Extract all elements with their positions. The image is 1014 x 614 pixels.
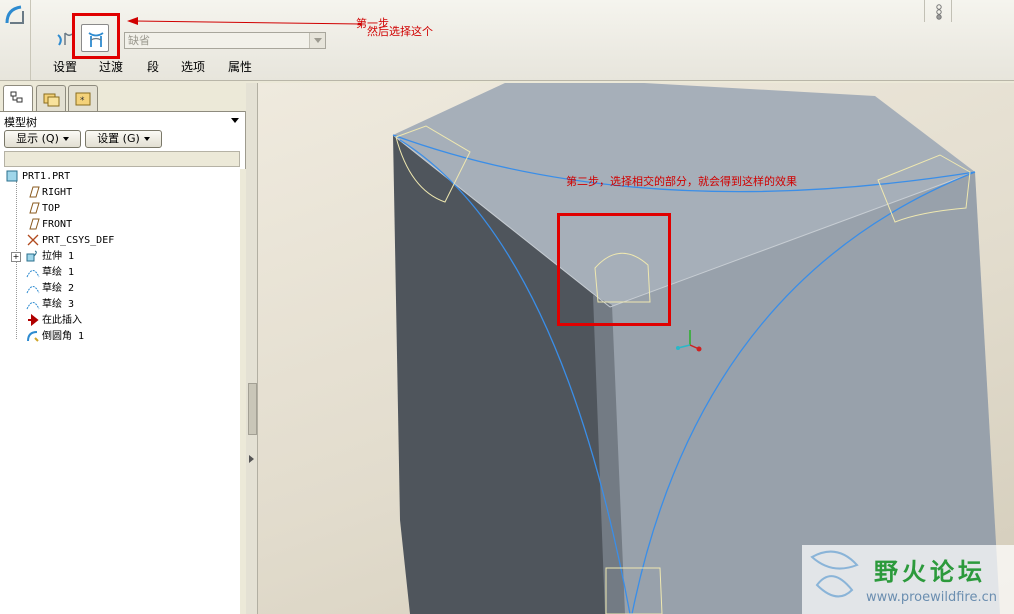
tree-item-label: PRT_CSYS_DEF: [42, 235, 115, 246]
tree-item-label: 在此插入: [42, 315, 82, 326]
tree-item-insert-here[interactable]: 在此插入: [26, 313, 82, 329]
svg-text:*: *: [80, 96, 85, 106]
tree-item-part[interactable]: PRT1.PRT: [6, 169, 70, 185]
show-button-label: 显示 (Q): [16, 132, 59, 145]
round-feature-icon: [5, 5, 24, 24]
tree-item-sketch-1[interactable]: 草绘 1: [26, 265, 74, 281]
show-button[interactable]: 显示 (Q): [4, 130, 81, 148]
annotation-arrow: [127, 17, 362, 25]
graphics-window[interactable]: [258, 83, 1014, 614]
tree-item-csys[interactable]: PRT_CSYS_DEF: [26, 233, 114, 249]
tab-settings[interactable]: 设置: [53, 58, 77, 75]
default-select[interactable]: 缺省: [124, 32, 326, 49]
datum-plane-icon: [26, 202, 40, 214]
tab-properties[interactable]: 属性: [228, 58, 252, 75]
insert-here-arrow-icon: [26, 313, 40, 327]
tree-item-label: 倒圆角 1: [42, 331, 85, 342]
tree-item-label: FRONT: [42, 219, 73, 230]
csys-icon: [26, 234, 40, 246]
pause-icon[interactable]: [934, 3, 944, 21]
navigator-tabs: *: [0, 83, 246, 112]
part-icon: [6, 170, 20, 182]
tree-item-label: RIGHT: [42, 187, 73, 198]
tree-item-right[interactable]: RIGHT: [26, 185, 72, 201]
tree-item-sketch-3[interactable]: 草绘 3: [26, 297, 74, 313]
tab-options[interactable]: 选项: [181, 58, 205, 75]
favorites-icon: *: [75, 92, 91, 106]
tab-folder-browser[interactable]: [36, 85, 66, 111]
dropdown-arrow-icon: [62, 137, 69, 141]
datum-plane-icon: [26, 186, 40, 198]
tree-item-label: 草绘 3: [42, 299, 75, 310]
tree-item-label: TOP: [42, 203, 61, 214]
tree-item-round[interactable]: 倒圆角 1: [26, 329, 84, 345]
chevron-down-icon[interactable]: [231, 118, 239, 123]
sketch-icon: [26, 282, 40, 294]
datum-plane-icon: [26, 218, 40, 230]
watermark-logo-icon: [810, 550, 859, 598]
cube-model-view[interactable]: [258, 83, 1014, 614]
watermark-title: 野火论坛: [874, 558, 986, 586]
round-icon: [26, 330, 40, 342]
step2-annotation: 第二步，选择相交的部分，就会得到这样的效果: [566, 175, 797, 188]
select-value: 缺省: [128, 34, 150, 47]
dashboard-toolbar: 缺省 第一步 然后选择这个 设置 过渡 段 选项 属性: [0, 0, 1014, 81]
tab-transition[interactable]: 过渡: [99, 58, 123, 75]
tree-item-extrude[interactable]: 拉伸 1: [26, 249, 74, 265]
expand-icon[interactable]: +: [11, 252, 21, 262]
tree-item-label: 拉伸 1: [42, 251, 75, 262]
model-tree-panel: * 模型树 显示 (Q) 设置 (G) + PRT1.PRT RIGHT TOP…: [0, 83, 246, 614]
settings-button-label: 设置 (G): [97, 132, 140, 145]
watermark-url: www.proewildfire.cn: [866, 590, 997, 605]
folder-browser-icon: [43, 93, 60, 107]
settings-button[interactable]: 设置 (G): [85, 130, 162, 148]
collapse-arrow-icon[interactable]: [249, 455, 254, 463]
model-tree-icon: [10, 91, 23, 103]
step1-annotation-detail: 然后选择这个: [367, 25, 433, 38]
extrude-icon: [26, 250, 40, 262]
toolbar-divider: [951, 0, 952, 22]
tree-item-sketch-2[interactable]: 草绘 2: [26, 281, 74, 297]
sketch-icon: [26, 266, 40, 278]
chevron-down-icon[interactable]: [309, 33, 325, 48]
tree-item-top[interactable]: TOP: [26, 201, 60, 217]
tree-item-front[interactable]: FRONT: [26, 217, 72, 233]
tree-item-label: 草绘 2: [42, 283, 75, 294]
step2-highlight-box: [557, 213, 671, 326]
model-tree-title: 模型树: [4, 116, 37, 129]
tree-filter-bar[interactable]: [4, 151, 240, 167]
sketch-icon: [26, 298, 40, 310]
tab-favorites[interactable]: *: [68, 85, 98, 111]
splitter-grip[interactable]: [248, 383, 257, 435]
toolbar-divider: [30, 0, 31, 80]
toolbar-divider: [924, 0, 925, 22]
tab-segment[interactable]: 段: [147, 58, 159, 75]
dropdown-arrow-icon: [143, 137, 150, 141]
panel-splitter[interactable]: [246, 83, 258, 614]
step1-highlight-box: [72, 13, 120, 59]
tree-item-label: PRT1.PRT: [22, 171, 71, 182]
tree-item-label: 草绘 1: [42, 267, 75, 278]
tab-model-tree[interactable]: [3, 85, 33, 112]
model-tree-header[interactable]: 模型树: [0, 111, 245, 129]
